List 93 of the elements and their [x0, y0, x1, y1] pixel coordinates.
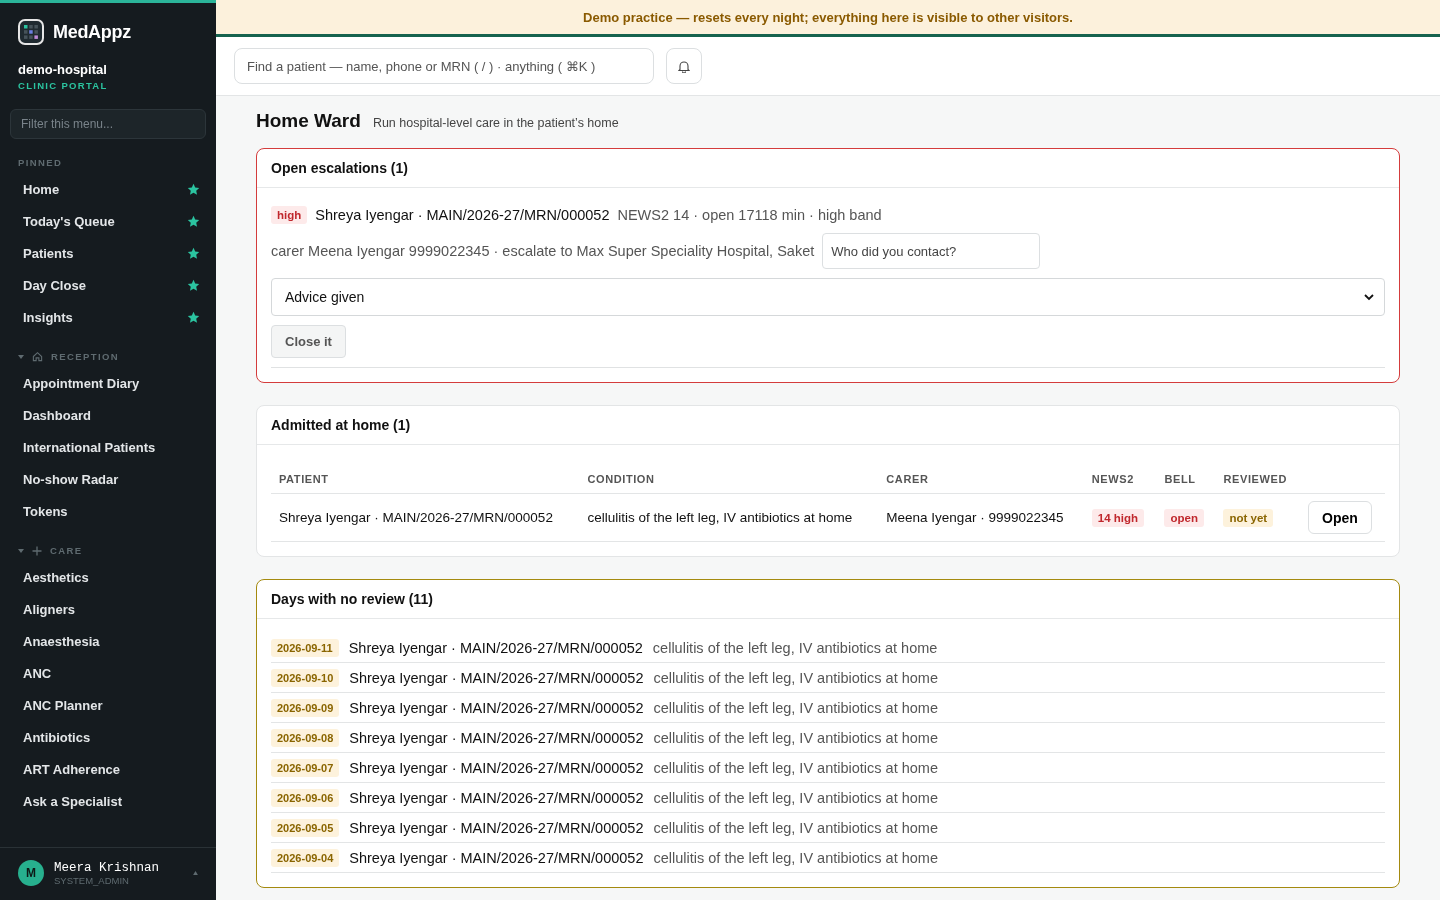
table-cell: cellulitis of the left leg, IV antibiotics at home: [587, 510, 853, 525]
caret-icon[interactable]: [193, 871, 198, 875]
column-header: PATIENT: [279, 473, 329, 485]
chevron-down-icon: [1364, 293, 1374, 301]
column-header: BELL: [1164, 473, 1196, 485]
condition-text: cellulitis of the left leg, IV antibiotics at home: [653, 729, 938, 746]
home-icon: [32, 351, 43, 362]
contact-field[interactable]: Who did you contact?: [822, 233, 1041, 269]
plus-icon: [32, 545, 42, 556]
sidebar-item[interactable]: Ask a Specialist: [0, 785, 216, 817]
status-badge: 14 high: [1091, 508, 1145, 527]
sidebar-item[interactable]: Aesthetics: [0, 561, 216, 593]
date-badge: 2026-09-09: [271, 698, 340, 717]
app-logo-icon: [18, 19, 44, 45]
caret-icon[interactable]: [18, 547, 24, 554]
condition-text: cellulitis of the left leg, IV antibiotics at home: [653, 699, 938, 716]
sidebar-item[interactable]: Dashboard: [0, 399, 216, 431]
sidebar-item[interactable]: Antibiotics: [0, 721, 216, 753]
star-icon[interactable]: [187, 310, 200, 324]
sidebar-item[interactable]: Day Close: [0, 269, 216, 301]
condition-text: cellulitis of the left leg, IV antibiotics at home: [653, 849, 938, 866]
sidebar-item[interactable]: Tokens: [0, 495, 216, 527]
user-name: Meera Krishnan: [54, 860, 161, 875]
outcome-dropdown[interactable]: Advice given: [271, 278, 1385, 316]
patient-name: Shreya Iyengar · MAIN/2026-27/MRN/000052: [349, 789, 644, 806]
close-escalation-button[interactable]: Close it: [271, 325, 346, 358]
date-badge: 2026-09-11: [271, 638, 339, 657]
caret-icon[interactable]: [18, 353, 24, 360]
open-button[interactable]: Open: [1308, 501, 1372, 534]
table-cell: Shreya Iyengar · MAIN/2026-27/MRN/000052: [279, 510, 553, 525]
page-subtitle: Run hospital-level care in the patient’s home: [372, 116, 619, 130]
sidebar-item[interactable]: No-show Radar: [0, 463, 216, 495]
patient-name: Shreya Iyengar · MAIN/2026-27/MRN/000052: [349, 759, 644, 776]
patient-name: Shreya Iyengar · MAIN/2026-27/MRN/000052: [349, 849, 644, 866]
card-title: Admitted at home (1): [257, 406, 1399, 445]
sidebar-item[interactable]: Appointment Diary: [0, 367, 216, 399]
patient-name: Shreya Iyengar · MAIN/2026-27/MRN/000052: [349, 729, 644, 746]
app-name: MedAppz: [53, 21, 131, 43]
patient-name: Shreya Iyengar · MAIN/2026-27/MRN/000052: [349, 699, 644, 716]
condition-text: cellulitis of the left leg, IV antibiotics at home: [653, 759, 938, 776]
sidebar-item[interactable]: ANC: [0, 657, 216, 689]
date-badge: 2026-09-04: [271, 848, 340, 867]
column-header: CONDITION: [587, 473, 655, 485]
sidebar-item[interactable]: International Patients: [0, 431, 216, 463]
sidebar-item[interactable]: ANC Planner: [0, 689, 216, 721]
demo-banner: Demo practice — resets every night; everything here is visible to other visitors.: [216, 0, 1440, 37]
date-badge: 2026-09-05: [271, 818, 340, 837]
sidebar-item[interactable]: Aligners: [0, 593, 216, 625]
condition-text: cellulitis of the left leg, IV antibiotics at home: [653, 819, 938, 836]
star-icon[interactable]: [187, 214, 200, 228]
column-header: CARER: [886, 473, 929, 485]
patient-name: Shreya Iyengar · MAIN/2026-27/MRN/000052: [348, 639, 643, 656]
star-icon[interactable]: [187, 246, 200, 260]
sidebar-item[interactable]: ART Adherence: [0, 753, 216, 785]
date-badge: 2026-09-07: [271, 758, 340, 777]
column-header: REVIEWED: [1223, 473, 1287, 485]
menu-filter-field[interactable]: Filter this menu...: [10, 109, 206, 139]
date-badge: 2026-09-10: [271, 668, 340, 687]
status-badge: open: [1164, 508, 1204, 527]
user-role: SYSTEM_ADMIN: [54, 874, 130, 886]
page-title: Home Ward: [256, 110, 361, 132]
contact-info: carer Meena Iyengar 9999022345 · escalate to Max Super Speciality Hospital, Saket: [271, 243, 815, 259]
patient-name: Shreya Iyengar · MAIN/2026-27/MRN/000052: [349, 669, 644, 686]
sidebar-item[interactable]: Home: [0, 173, 216, 205]
condition-text: cellulitis of the left leg, IV antibiotics at home: [653, 669, 938, 686]
bell-icon: [678, 59, 690, 73]
condition-text: cellulitis of the left leg, IV antibiotics at home: [653, 789, 938, 806]
star-icon[interactable]: [187, 278, 200, 292]
card-title: Days with no review (11): [257, 580, 1399, 619]
patient-name: Shreya Iyengar · MAIN/2026-27/MRN/000052: [349, 819, 644, 836]
sidebar-item[interactable]: Today's Queue: [0, 205, 216, 237]
date-badge: 2026-09-08: [271, 728, 340, 747]
menu-section-label: CARE: [50, 545, 83, 556]
menu-section-label: RECEPTION: [51, 351, 120, 362]
patient-search-field[interactable]: Find a patient — name, phone or MRN ( / ) · anything ( ⌘K ): [234, 48, 654, 84]
sidebar-item[interactable]: Patients: [0, 237, 216, 269]
condition-text: cellulitis of the left leg, IV antibiotics at home: [652, 639, 938, 656]
sidebar-item[interactable]: Anaesthesia: [0, 625, 216, 657]
portal-label: CLINIC PORTAL: [17, 79, 109, 91]
star-icon[interactable]: [187, 182, 200, 196]
column-header: NEWS2: [1091, 473, 1134, 485]
org-name: demo-hospital: [17, 61, 108, 77]
table-cell: Meena Iyengar · 9999022345: [886, 510, 1064, 525]
status-badge: not yet: [1223, 508, 1274, 527]
sidebar-item[interactable]: Insights: [0, 301, 216, 333]
card-title: Open escalations (1): [257, 149, 1399, 188]
notifications-button[interactable]: [666, 48, 702, 84]
severity-badge: high: [271, 206, 308, 224]
patient-name: Shreya Iyengar · MAIN/2026-27/MRN/000052: [315, 207, 610, 223]
escalation-detail: NEWS2 14 · open 17118 min · high band: [617, 207, 882, 223]
menu-section-label: PINNED: [18, 157, 63, 168]
date-badge: 2026-09-06: [271, 788, 340, 807]
user-avatar: M: [18, 860, 44, 886]
